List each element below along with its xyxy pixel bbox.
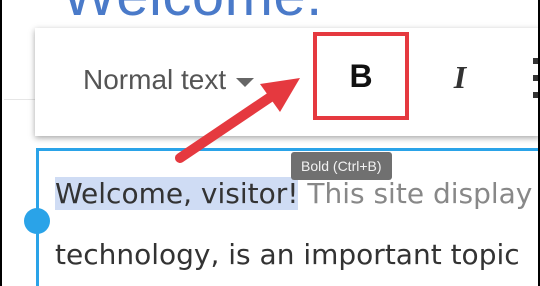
bold-button[interactable]: B [313, 32, 409, 120]
selection-handle[interactable] [24, 208, 50, 234]
text-style-label: Normal text [83, 64, 227, 95]
selected-text: Welcome, visitor! [55, 177, 299, 210]
caret-down-icon [236, 77, 255, 87]
formatting-toolbar: Normal text B I [35, 28, 538, 136]
screenshot-frame: Welcome. Normal text B I Welcome, visito… [0, 0, 540, 286]
italic-button[interactable]: I [435, 52, 485, 102]
bold-tooltip: Bold (Ctrl+B) [291, 152, 392, 180]
text-editor[interactable]: Welcome, visitor! This site display tech… [36, 148, 538, 286]
editor-line-2: technology, is an important topic [55, 238, 520, 271]
italic-icon: I [453, 58, 467, 95]
page-heading: Welcome. [62, 0, 323, 29]
editor-line-1: Welcome, visitor! This site display [55, 177, 532, 210]
more-options-icon[interactable] [529, 58, 538, 98]
editor-text-rest: This site display [298, 177, 533, 210]
bold-icon: B [349, 57, 373, 94]
text-style-dropdown[interactable]: Normal text [83, 64, 255, 96]
